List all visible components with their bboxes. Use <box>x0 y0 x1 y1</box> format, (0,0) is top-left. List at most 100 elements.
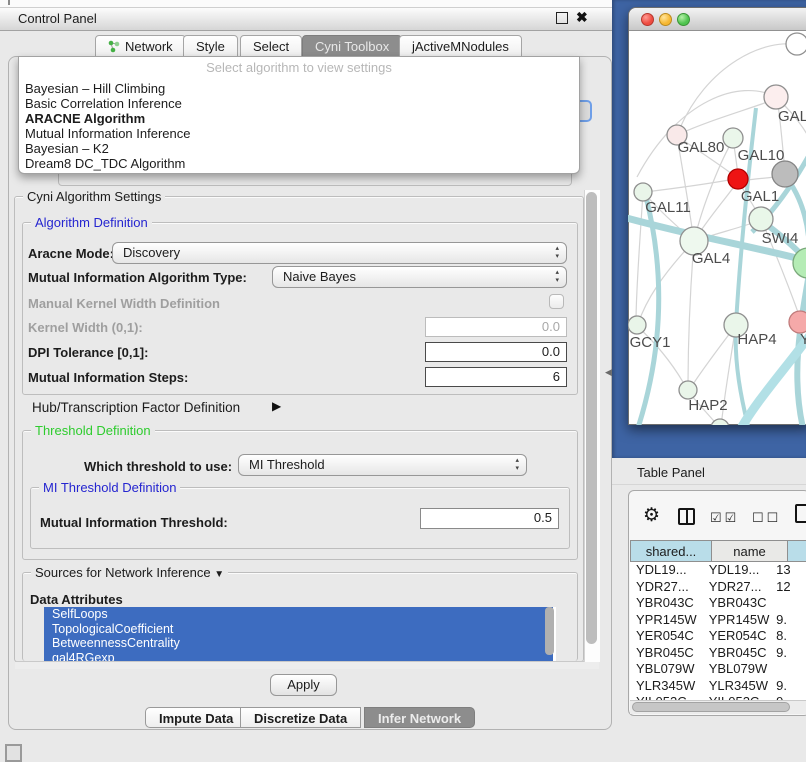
dropdown-item[interactable]: Basic Correlation Inference <box>25 96 182 111</box>
unchecked-columns-icon[interactable]: ☐☐ <box>752 510 781 526</box>
network-edge[interactable] <box>645 180 729 192</box>
network-node[interactable] <box>786 33 806 55</box>
hub-definition-expander-label[interactable]: Hub/Transcription Factor Definition <box>32 400 240 415</box>
which-threshold-combo[interactable]: MI Threshold ▴▾ <box>238 454 527 476</box>
apply-button[interactable]: Apply <box>270 674 337 696</box>
column-header-shared[interactable]: shared... <box>630 540 712 562</box>
splitter-collapse-icon[interactable]: ◀ <box>605 367 612 378</box>
dpi-tolerance-label: DPI Tolerance [0,1]: <box>28 345 148 360</box>
table-row[interactable]: YER054CYER054C8. <box>630 628 806 645</box>
data-attributes-list[interactable]: SelfLoops TopologicalCoefficient Between… <box>44 607 556 662</box>
cell: YER054C <box>630 628 703 645</box>
expander-collapsed-icon[interactable]: ▶ <box>272 399 281 413</box>
aracne-mode-combo[interactable]: Discovery ▴▾ <box>112 242 567 264</box>
tab-impute-data[interactable]: Impute Data <box>145 707 247 728</box>
network-canvas[interactable]: GALGAL80GAL10GAL1GAL11SWI4GAL4GCY1HAP4YH… <box>628 30 806 425</box>
network-node[interactable] <box>628 316 646 334</box>
table-row[interactable]: YDL19...YDL19...13 <box>630 562 806 579</box>
network-node-label: GAL80 <box>678 139 725 156</box>
dpi-tolerance-field[interactable]: 0.0 <box>425 342 567 362</box>
list-item[interactable]: BetweennessCentrality <box>44 636 553 651</box>
dropdown-item[interactable]: Mutual Information Inference <box>25 126 190 141</box>
network-window-titlebar[interactable] <box>629 8 806 31</box>
cell: 9. <box>770 612 806 629</box>
expander-expanded-icon[interactable]: ▼ <box>214 569 224 580</box>
network-node-label: HAP4 <box>737 331 776 348</box>
network-node[interactable] <box>764 85 788 109</box>
cell: 9. <box>770 645 806 662</box>
dropdown-item[interactable]: Bayesian – K2 <box>25 141 109 156</box>
gear-icon[interactable]: ⚙ <box>643 504 660 527</box>
float-window-icon[interactable] <box>556 12 568 24</box>
network-edge[interactable] <box>636 197 659 425</box>
column-header-name[interactable]: name <box>711 540 788 562</box>
network-node[interactable] <box>772 161 798 187</box>
columns-icon[interactable] <box>678 508 695 525</box>
mi-threshold-definition-title: MI Threshold Definition <box>39 480 180 495</box>
window-zoom-button[interactable] <box>677 13 690 26</box>
table-row[interactable]: YBR045CYBR045C9. <box>630 645 806 662</box>
dropdown-item-selected[interactable]: ARACNE Algorithm <box>25 111 145 126</box>
list-item[interactable]: TopologicalCoefficient <box>44 622 553 637</box>
network-node-label: GAL1 <box>741 188 779 205</box>
table-row[interactable]: YLR345WYLR345W9. <box>630 678 806 695</box>
manual-kernel-checkbox <box>549 294 564 309</box>
dropdown-item[interactable]: Bayesian – Hill Climbing <box>25 81 165 96</box>
mi-threshold-label: Mutual Information Threshold: <box>40 515 228 530</box>
window-close-button[interactable] <box>641 13 654 26</box>
list-item[interactable]: SelfLoops <box>44 607 553 622</box>
table-hscrollbar-thumb[interactable] <box>632 702 790 712</box>
network-node-label: SWI4 <box>762 230 799 247</box>
table-rows: YDL19...YDL19...13 YDR27...YDR27...12 YB… <box>630 562 806 700</box>
network-node[interactable] <box>728 169 748 189</box>
table-row[interactable]: YPR145WYPR145W9. <box>630 612 806 629</box>
column-header-partial[interactable] <box>787 540 806 562</box>
mi-steps-field[interactable]: 6 <box>425 367 567 387</box>
cell: 13 <box>770 562 806 579</box>
table-row[interactable]: YDR27...YDR27...12 <box>630 579 806 596</box>
cell: YBL079W <box>630 661 703 678</box>
aracne-mode-label: Aracne Mode: <box>28 246 114 261</box>
tab-network[interactable]: Network <box>95 35 186 57</box>
viewport-bottom-edge <box>15 661 599 669</box>
network-edge[interactable] <box>637 91 776 177</box>
checked-columns-icon[interactable]: ☑☑ <box>710 510 739 526</box>
dock-panel-icon[interactable] <box>5 744 22 762</box>
mi-threshold-field[interactable]: 0.5 <box>420 508 559 529</box>
document-icon[interactable] <box>795 504 806 523</box>
network-edge[interactable] <box>638 241 694 324</box>
dropdown-item[interactable]: Dream8 DC_TDC Algorithm <box>25 156 185 171</box>
tab-network-label: Network <box>125 39 173 54</box>
spinner-arrows-icon: ▴▾ <box>555 245 559 261</box>
network-edge[interactable] <box>636 192 643 322</box>
algorithm-dropdown-placeholder: Select algorithm to view settings <box>19 60 579 75</box>
list-scrollbar-thumb[interactable] <box>545 607 554 655</box>
network-node[interactable] <box>793 248 806 278</box>
cell: YDR27... <box>703 579 770 596</box>
network-node-label: GCY1 <box>630 334 671 351</box>
network-node-label: GAL4 <box>692 250 730 267</box>
cell: YDL19... <box>630 562 703 579</box>
window-minimize-button[interactable] <box>659 13 672 26</box>
tab-infer-network[interactable]: Infer Network <box>364 707 475 728</box>
network-node-label: Y <box>800 331 806 348</box>
mi-type-combo[interactable]: Naive Bayes ▴▾ <box>272 266 567 288</box>
cell: YBR045C <box>703 645 770 662</box>
tab-select[interactable]: Select <box>240 35 302 57</box>
tab-cyni-toolbox[interactable]: Cyni Toolbox <box>302 35 402 57</box>
tab-discretize-data[interactable]: Discretize Data <box>240 707 361 728</box>
network-node[interactable] <box>789 311 806 333</box>
spinner-arrows-icon: ▴▾ <box>555 269 559 285</box>
tab-jactive-label: jActiveMNodules <box>412 39 509 54</box>
network-node[interactable] <box>749 207 773 231</box>
close-panel-icon[interactable]: ✖ <box>576 9 588 26</box>
table-row[interactable]: YBR043CYBR043C <box>630 595 806 612</box>
settings-scrollbar-thumb[interactable] <box>586 192 597 644</box>
network-node[interactable] <box>723 128 743 148</box>
table-row[interactable]: YBL079WYBL079W <box>630 661 806 678</box>
tab-jactivemnodules[interactable]: jActiveMNodules <box>399 35 522 57</box>
tab-cyni-label: Cyni Toolbox <box>315 39 389 54</box>
network-tab-icon <box>108 40 121 53</box>
tab-style[interactable]: Style <box>183 35 238 57</box>
table-hscrollbar-track[interactable] <box>630 700 806 714</box>
